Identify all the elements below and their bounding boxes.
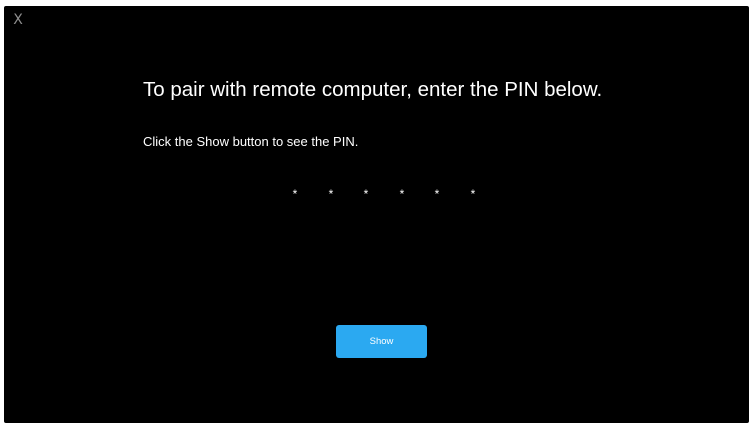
show-pin-button[interactable]: Show [336, 325, 427, 358]
instruction-text: Click the Show button to see the PIN. [143, 134, 359, 149]
pin-digit-4: * [399, 187, 405, 201]
page-title: To pair with remote computer, enter the … [143, 78, 603, 101]
pin-digit-1: * [292, 187, 298, 201]
pin-digit-5: * [434, 187, 440, 201]
pairing-window: X To pair with remote computer, enter th… [4, 6, 749, 423]
pin-digit-3: * [363, 187, 369, 201]
close-button[interactable]: X [10, 11, 26, 29]
pin-display: * * * * * * [286, 186, 486, 202]
pin-digit-6: * [470, 187, 476, 201]
pin-digit-2: * [328, 187, 334, 201]
